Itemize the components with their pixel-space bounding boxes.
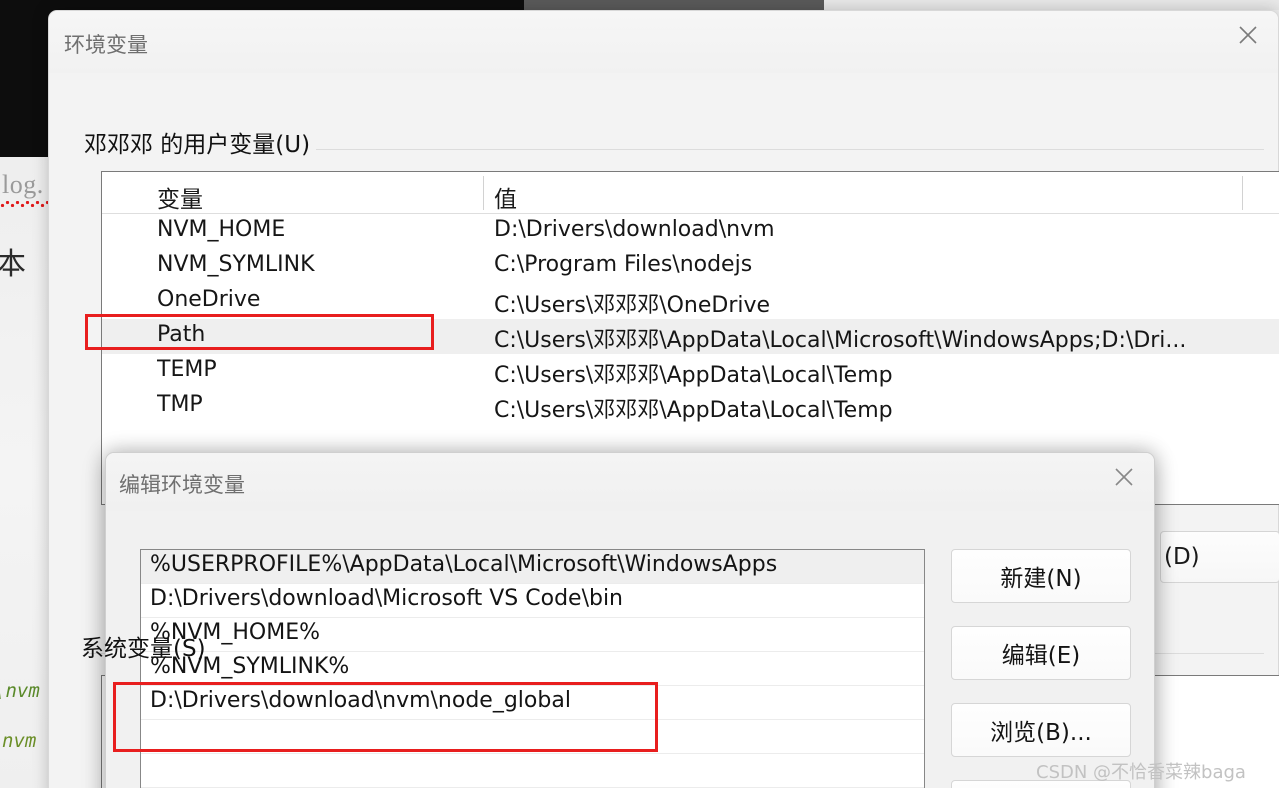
edit-dialog-button-column: 新建(N) 编辑(E) 浏览(B)... <box>951 549 1131 788</box>
path-entry-text: D:\Drivers\download\Microsoft VS Code\bi… <box>150 586 623 611</box>
background-log-text: log. <box>2 170 44 199</box>
system-vars-group-label: 系统变量(S) <box>81 636 206 662</box>
variable-name: Path <box>157 322 206 347</box>
variable-value: C:\Users\邓邓邓\OneDrive <box>494 293 771 318</box>
new-button[interactable]: 新建(N) <box>951 549 1131 603</box>
background-light-panel <box>824 0 1279 10</box>
watermark-text: CSDN @不恰香菜辣baga <box>1036 762 1246 783</box>
variable-value: C:\Users\邓邓邓\AppData\Local\Microsoft\Win… <box>494 328 1187 353</box>
variable-value: C:\Users\邓邓邓\AppData\Local\Temp <box>494 363 893 388</box>
list-item[interactable]: %NVM_HOME% <box>141 618 924 652</box>
variable-name: TEMP <box>157 357 217 382</box>
column-separator-2 <box>1242 176 1243 210</box>
browse-button[interactable]: 浏览(B)... <box>951 703 1131 757</box>
table-row[interactable]: NVM_SYMLINK C:\Program Files\nodejs <box>102 249 1279 284</box>
list-item[interactable] <box>141 754 924 788</box>
list-item-selected[interactable]: %USERPROFILE%\AppData\Local\Microsoft\Wi… <box>141 550 924 584</box>
table-row[interactable]: TMP C:\Users\邓邓邓\AppData\Local\Temp <box>102 389 1279 424</box>
table-row[interactable]: OneDrive C:\Users\邓邓邓\OneDrive <box>102 284 1279 319</box>
env-dialog-titlebar: 环境变量 <box>49 11 1278 73</box>
column-header-value[interactable]: 值 <box>494 180 517 214</box>
env-dialog-title: 环境变量 <box>64 33 148 57</box>
user-variables-table-header: 变量 值 <box>102 172 1279 214</box>
variable-name: TMP <box>157 392 203 417</box>
table-row-selected[interactable]: Path C:\Users\邓邓邓\AppData\Local\Microsof… <box>102 319 1279 354</box>
user-vars-group-label: 邓邓邓 的用户变量(U) <box>84 125 317 159</box>
list-item[interactable]: D:\Drivers\download\Microsoft VS Code\bi… <box>141 584 924 618</box>
list-item[interactable]: D:\Drivers\download\nvm\node_global <box>141 686 924 720</box>
background-cjk-fragment: 本 <box>0 247 26 282</box>
column-separator <box>483 176 484 210</box>
variable-name: OneDrive <box>157 287 261 312</box>
list-item[interactable] <box>141 720 924 754</box>
edit-environment-variable-dialog: 编辑环境变量 %USERPROFILE%\AppData\Local\Micro… <box>105 452 1155 788</box>
variable-value: C:\Users\邓邓邓\AppData\Local\Temp <box>494 398 893 423</box>
variable-value: C:\Program Files\nodejs <box>494 252 753 277</box>
table-row[interactable]: TEMP C:\Users\邓邓邓\AppData\Local\Temp <box>102 354 1279 389</box>
close-icon[interactable] <box>1218 11 1278 59</box>
edit-dialog-title: 编辑环境变量 <box>119 473 245 497</box>
variable-name: NVM_HOME <box>157 217 286 242</box>
variable-name: NVM_SYMLINK <box>157 252 315 277</box>
path-entry-text: D:\Drivers\download\nvm\node_global <box>150 688 571 713</box>
variable-value: D:\Drivers\download\nvm <box>494 217 775 242</box>
background-document-strip: log. 本 \nvm nvm <box>0 157 48 788</box>
edit-button[interactable]: 编辑(E) <box>951 626 1131 680</box>
list-item[interactable]: %NVM_SYMLINK% <box>141 652 924 686</box>
background-nvm-fragment-2: nvm <box>2 730 37 752</box>
path-entry-text: %USERPROFILE%\AppData\Local\Microsoft\Wi… <box>150 552 778 577</box>
delete-button-partial[interactable]: (D) <box>1160 531 1279 583</box>
path-entries-list[interactable]: %USERPROFILE%\AppData\Local\Microsoft\Wi… <box>140 549 925 788</box>
spellcheck-squiggle-icon <box>0 201 48 207</box>
table-row[interactable]: NVM_HOME D:\Drivers\download\nvm <box>102 214 1279 249</box>
edit-dialog-titlebar: 编辑环境变量 <box>106 453 1154 511</box>
column-header-variable[interactable]: 变量 <box>157 180 203 214</box>
background-nvm-fragment-1: \nvm <box>0 680 40 702</box>
close-icon[interactable] <box>1094 453 1154 501</box>
